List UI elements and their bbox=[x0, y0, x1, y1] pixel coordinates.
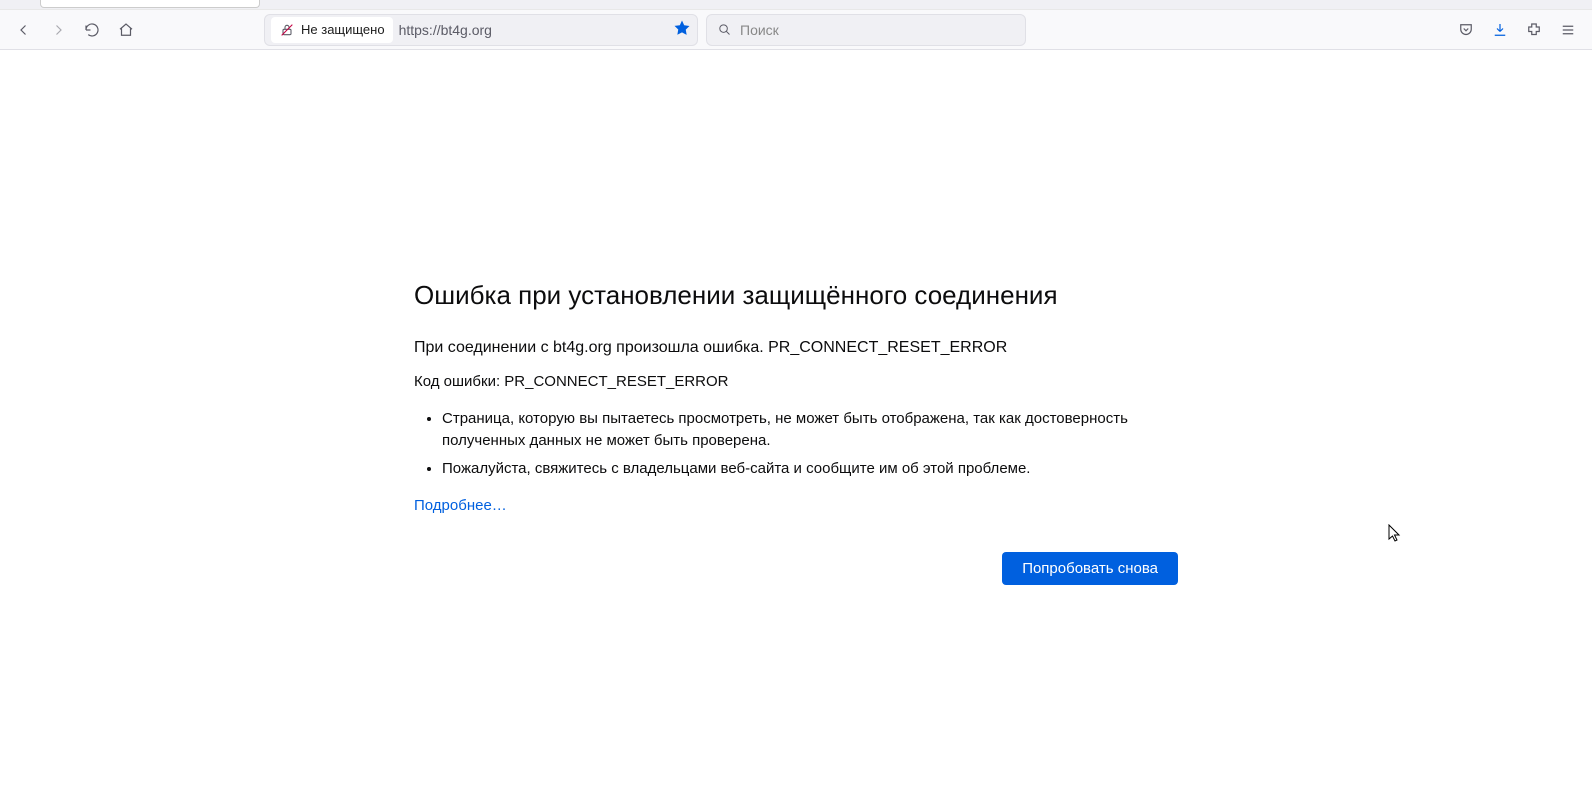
reload-icon bbox=[83, 21, 101, 39]
security-label: Не защищено bbox=[301, 22, 385, 37]
bookmark-button[interactable] bbox=[673, 19, 691, 40]
back-button[interactable] bbox=[8, 14, 40, 46]
search-icon bbox=[717, 22, 732, 37]
reload-button[interactable] bbox=[76, 14, 108, 46]
error-code: Код ошибки: PR_CONNECT_RESET_ERROR bbox=[414, 373, 1178, 390]
forward-button[interactable] bbox=[42, 14, 74, 46]
error-reason-item: Страница, которую вы пытаетесь просмотре… bbox=[442, 408, 1178, 452]
active-tab[interactable] bbox=[40, 0, 260, 8]
hamburger-icon bbox=[1559, 21, 1577, 39]
lock-warning-icon bbox=[279, 22, 295, 38]
tab-strip bbox=[0, 0, 1592, 10]
security-indicator[interactable]: Не защищено bbox=[271, 17, 393, 43]
download-icon bbox=[1491, 21, 1509, 39]
search-bar[interactable] bbox=[706, 14, 1026, 46]
app-menu-button[interactable] bbox=[1552, 14, 1584, 46]
retry-button[interactable]: Попробовать снова bbox=[1002, 552, 1178, 585]
search-input[interactable] bbox=[740, 22, 1015, 38]
browser-toolbar: Не защищено https://bt4g.org bbox=[0, 10, 1592, 50]
puzzle-icon bbox=[1525, 21, 1543, 39]
star-filled-icon bbox=[673, 19, 691, 37]
home-icon bbox=[117, 21, 135, 39]
pocket-icon bbox=[1457, 21, 1475, 39]
arrow-left-icon bbox=[15, 21, 33, 39]
error-title: Ошибка при установлении защищённого соед… bbox=[414, 280, 1178, 311]
home-button[interactable] bbox=[110, 14, 142, 46]
downloads-button[interactable] bbox=[1484, 14, 1516, 46]
error-reason-item: Пожалуйста, свяжитесь с владельцами веб-… bbox=[442, 458, 1178, 480]
error-container: Ошибка при установлении защищённого соед… bbox=[414, 280, 1178, 585]
learn-more-link[interactable]: Подробнее… bbox=[414, 497, 507, 514]
extensions-button[interactable] bbox=[1518, 14, 1550, 46]
url-bar[interactable]: Не защищено https://bt4g.org bbox=[264, 14, 698, 46]
error-reason-list: Страница, которую вы пытаетесь просмотре… bbox=[442, 408, 1178, 479]
arrow-right-icon bbox=[49, 21, 67, 39]
page-content: Ошибка при установлении защищённого соед… bbox=[0, 50, 1592, 585]
error-description: При соединении с bt4g.org произошла ошиб… bbox=[414, 339, 1178, 357]
pocket-button[interactable] bbox=[1450, 14, 1482, 46]
url-text[interactable]: https://bt4g.org bbox=[399, 22, 667, 38]
